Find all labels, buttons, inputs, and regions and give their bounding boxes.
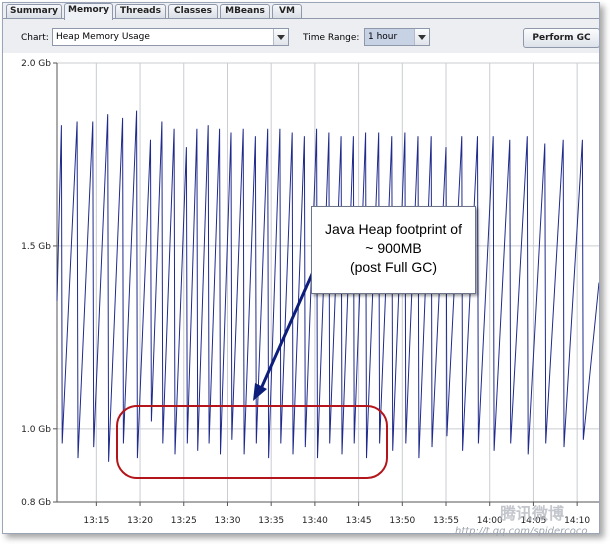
chart-select-value: Heap Memory Usage: [56, 32, 150, 42]
annotation-highlight-ellipse: [116, 405, 388, 479]
x-tick-label: 13:20: [127, 516, 153, 526]
x-tick-label: 13:45: [346, 516, 372, 526]
tab-mbeans[interactable]: MBeans: [220, 4, 270, 19]
time-range-select[interactable]: 1 hour: [364, 28, 430, 46]
x-tick-label: 13:25: [171, 516, 197, 526]
chart-select[interactable]: Heap Memory Usage: [52, 28, 289, 46]
annotation-line-1: Java Heap footprint of: [325, 221, 462, 237]
y-tick-label: 2.0 Gb: [21, 59, 51, 69]
chart-label: Chart:: [21, 33, 49, 43]
heap-memory-chart: 2.0 Gb 1.5 Gb 1.0 Gb 0.8 Gb 13:15 13:20 13:25 1…: [3, 53, 599, 533]
x-tick-label: 13:55: [433, 516, 459, 526]
annotation-arrow-head: [253, 383, 267, 401]
annotation-line-3: (post Full GC): [349, 259, 438, 275]
tab-threads[interactable]: Threads: [115, 4, 166, 19]
time-range-label: Time Range:: [303, 33, 360, 43]
annotation-callout: Java Heap footprint of ~ 900MB (post Ful…: [311, 206, 476, 294]
x-tick-label: 14:10: [564, 516, 590, 526]
tab-vm[interactable]: VM: [272, 4, 302, 19]
annotation-line-2: ~ 900MB: [365, 240, 422, 256]
x-tick-label: 13:50: [389, 516, 415, 526]
watermark-url: http://t.qq.com/spidercoco: [455, 526, 588, 537]
x-tick-label: 13:35: [258, 516, 284, 526]
x-tick-label: 13:40: [302, 516, 328, 526]
watermark-logo: 腾讯微博: [500, 504, 565, 523]
time-range-value: 1 hour: [368, 32, 398, 42]
jconsole-window: Summary Memory Threads Classes MBeans VM…: [2, 2, 600, 534]
y-tick-label: 0.8 Gb: [21, 498, 51, 508]
chevron-down-icon[interactable]: [273, 29, 288, 45]
tab-bar: Summary Memory Threads Classes MBeans VM: [3, 3, 599, 20]
heap-memory-chart-svg: 2.0 Gb 1.5 Gb 1.0 Gb 0.8 Gb 13:15 13:20 13:25 1…: [21, 59, 599, 526]
perform-gc-button[interactable]: Perform GC: [523, 28, 599, 48]
x-tick-label: 13:30: [214, 516, 240, 526]
chevron-down-icon[interactable]: [414, 29, 429, 45]
tab-memory[interactable]: Memory: [64, 3, 113, 20]
y-tick-label: 1.0 Gb: [21, 425, 51, 435]
y-tick-label: 1.5 Gb: [21, 242, 51, 252]
x-tick-label: 13:15: [83, 516, 109, 526]
tab-classes[interactable]: Classes: [168, 4, 218, 19]
tab-summary[interactable]: Summary: [6, 4, 62, 19]
